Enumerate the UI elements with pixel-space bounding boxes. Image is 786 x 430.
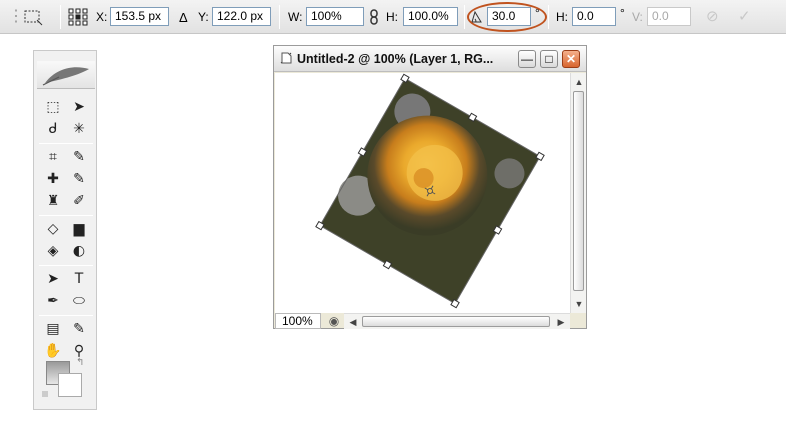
- vertical-skew-field[interactable]: 0.0: [647, 7, 691, 26]
- x-position-field[interactable]: 153.5 px: [110, 7, 169, 26]
- minimize-button[interactable]: —: [518, 50, 536, 68]
- image-canvas[interactable]: [275, 73, 570, 313]
- cancel-transform-icon[interactable]: ⊘: [706, 7, 724, 27]
- options-bar: ⋮ X: 153.5 px Δ Y: 122.0 px W: 100% H: 1…: [0, 0, 786, 34]
- clone-stamp-tool[interactable]: ♜: [42, 191, 64, 211]
- scroll-down-icon[interactable]: ▼: [572, 297, 586, 311]
- hand-tool[interactable]: ✋: [42, 341, 64, 361]
- transform-tool-icon[interactable]: [22, 7, 44, 27]
- highlight-annotation-ellipse: [467, 2, 547, 32]
- type-tool[interactable]: T: [68, 269, 90, 289]
- slice-tool[interactable]: ✎: [68, 147, 90, 167]
- height-scale-field[interactable]: 100.0%: [403, 7, 458, 26]
- history-brush-tool[interactable]: ✐: [68, 191, 90, 211]
- document-window: Untitled-2 @ 100% (Layer 1, RG... — □ ✕: [273, 45, 587, 329]
- status-menu-icon[interactable]: ◉: [326, 314, 342, 329]
- gradient-tool[interactable]: ▆: [68, 219, 90, 239]
- swap-colors-icon[interactable]: ↰: [76, 357, 84, 368]
- healing-brush-tool[interactable]: ✚: [42, 169, 64, 189]
- h-skew-unit: °: [620, 6, 625, 20]
- scroll-right-icon[interactable]: ▶: [554, 315, 568, 329]
- rotated-rose-layer[interactable]: [275, 73, 570, 313]
- horizontal-scroll-thumb[interactable]: [362, 316, 550, 327]
- rectangular-marquee-tool[interactable]: ⬚: [42, 97, 64, 117]
- y-label: Y:: [198, 10, 209, 24]
- v-skew-label: V:: [632, 10, 643, 24]
- y-position-field[interactable]: 122.0 px: [212, 7, 271, 26]
- eyedropper-tool[interactable]: ✎: [68, 319, 90, 339]
- default-colors-icon[interactable]: [42, 391, 48, 397]
- relative-positioning-icon[interactable]: Δ: [179, 10, 188, 25]
- width-scale-field[interactable]: 100%: [306, 7, 364, 26]
- brush-tool[interactable]: ✎: [68, 169, 90, 189]
- blur-tool[interactable]: ◈: [42, 241, 64, 261]
- x-label: X:: [96, 10, 108, 24]
- dodge-tool[interactable]: ◐: [68, 241, 90, 261]
- grip-icon: ⋮: [8, 8, 24, 25]
- reference-point-icon[interactable]: [67, 7, 89, 27]
- tools-panel: ⬚ ➤ ᑯ ✳ ⌗ ✎ ✚ ✎ ♜ ✐ ◇ ▆ ◈ ◐ ➤ T ✒ ⬭ ▤ ✎ ✋ ⚲ ↰: [33, 50, 97, 410]
- document-title: Untitled-2 @ 100% (Layer 1, RG...: [297, 52, 494, 66]
- eraser-tool[interactable]: ◇: [42, 219, 64, 239]
- link-icon[interactable]: [368, 7, 380, 27]
- h-label: H:: [386, 10, 398, 24]
- pen-tool[interactable]: ✒: [42, 291, 64, 311]
- zoom-level-field[interactable]: 100%: [275, 313, 321, 329]
- h-skew-label: H:: [556, 10, 568, 24]
- background-color-swatch[interactable]: [58, 373, 82, 397]
- path-selection-tool[interactable]: ➤: [42, 269, 64, 289]
- w-label: W:: [288, 10, 303, 24]
- lasso-tool[interactable]: ᑯ: [42, 119, 64, 139]
- close-button[interactable]: ✕: [562, 50, 580, 68]
- document-icon: [279, 51, 293, 65]
- photoshop-feather-logo: [37, 61, 95, 89]
- maximize-button[interactable]: □: [540, 50, 558, 68]
- crop-tool[interactable]: ⌗: [42, 147, 64, 167]
- scroll-up-icon[interactable]: ▲: [572, 75, 586, 89]
- magic-wand-tool[interactable]: ✳: [68, 119, 90, 139]
- commit-transform-icon[interactable]: ✓: [738, 7, 756, 27]
- horizontal-skew-field[interactable]: 0.0: [572, 7, 616, 26]
- notes-tool[interactable]: ▤: [42, 319, 64, 339]
- vertical-scroll-thumb[interactable]: [573, 91, 584, 291]
- vertical-scrollbar[interactable]: ▲ ▼: [570, 73, 586, 313]
- horizontal-scrollbar[interactable]: ◀ ▶: [344, 313, 570, 329]
- document-titlebar[interactable]: Untitled-2 @ 100% (Layer 1, RG... — □ ✕: [274, 46, 586, 72]
- move-tool[interactable]: ➤: [68, 97, 90, 117]
- scroll-left-icon[interactable]: ◀: [346, 315, 360, 329]
- shape-tool[interactable]: ⬭: [68, 291, 90, 311]
